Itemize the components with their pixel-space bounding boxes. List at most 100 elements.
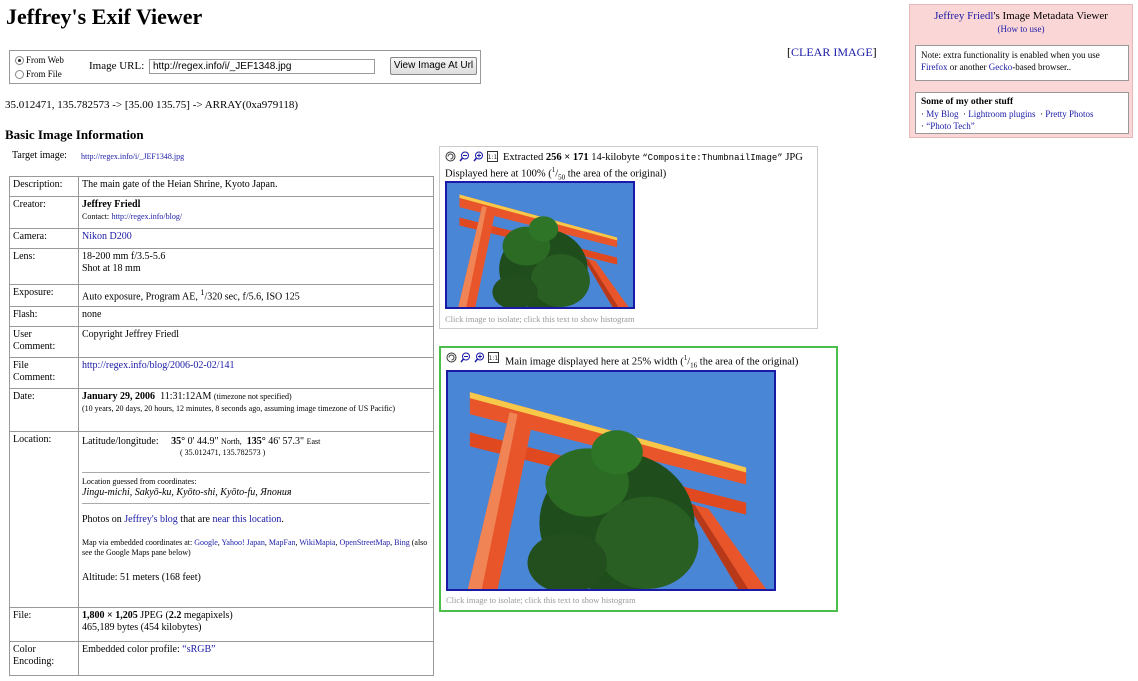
clear-image-link[interactable]: CLEAR IMAGE [791, 45, 873, 59]
row-label: Description: [9, 176, 79, 197]
lightroom-plugins-link[interactable]: Lightroom plugins [968, 109, 1035, 119]
lens-focal: Shot at 18 mm [82, 263, 141, 274]
exposure-text: Auto exposure, Program AE, [82, 291, 198, 303]
zoom-in-icon[interactable] [473, 151, 484, 162]
fraction-numerator: 1 [551, 166, 556, 174]
row-label: Creator: [9, 196, 79, 229]
pretty-photos-link[interactable]: Pretty Photos [1045, 109, 1093, 119]
file-size: 465,189 bytes (454 kilobytes) [82, 622, 202, 633]
radio-button[interactable] [15, 69, 24, 79]
user-comment-value: Copyright Jeffrey Friedl [78, 326, 434, 358]
row-label: File Comment: [9, 357, 79, 389]
map-link-bing[interactable]: Bing [394, 538, 410, 547]
row-label: Flash: [9, 306, 79, 327]
note-text: or another [949, 62, 987, 72]
radio-label-web: From Web [26, 55, 64, 65]
row-label: Color Encoding: [9, 641, 79, 676]
row-label: Exposure: [9, 284, 79, 307]
svg-text:1:1: 1:1 [489, 355, 499, 362]
flash-value: none [78, 306, 434, 327]
rotate-icon[interactable] [446, 352, 457, 363]
how-to-use-link[interactable]: (How to use) [998, 24, 1045, 34]
thumbnail-dimensions: 256 × 171 [545, 152, 589, 163]
map-link-wikimapia[interactable]: WikiMapia [299, 538, 335, 547]
actual-size-icon[interactable]: 1:1 [487, 151, 498, 162]
map-link-mapfan[interactable]: MapFan [269, 538, 296, 547]
decimal-coordinates: ( 35.012471, 135.782573 ) [180, 448, 266, 457]
color-profile-label: Embedded color profile: [82, 644, 180, 655]
blog-link[interactable]: Jeffrey's blog [124, 514, 178, 525]
contact-link[interactable]: http://regex.info/blog/ [112, 212, 182, 221]
coordinates-debug-line: 35.012471, 135.782573 -> [35.00 135.75] … [5, 99, 298, 111]
srgb-link[interactable]: “sRGB” [182, 644, 215, 655]
label-line: Comment: [13, 341, 56, 352]
zoom-in-icon[interactable] [474, 352, 485, 363]
time-text: 11:31:12AM [160, 391, 212, 402]
table-row: Description: The main gate of the Heian … [9, 176, 434, 197]
contact-label: Contact: [82, 212, 110, 221]
photo-tech-link[interactable]: “Photo Tech” [926, 121, 974, 131]
table-row: File: 1,800 × 1,205 JPEG (2.2 megapixels… [9, 607, 434, 642]
fraction-numerator: 1 [683, 354, 688, 362]
label-line: Encoding: [13, 656, 55, 667]
thumbnail-caption-line2: Displayed here at 100% (1/50 the area of… [445, 166, 667, 182]
torii-photo [448, 372, 774, 589]
map-link-yahoo-japan[interactable]: Yahoo! Japan [221, 538, 264, 547]
target-image-link[interactable]: http://regex.info/i/_JEF1348.jpg [81, 152, 184, 161]
camera-link[interactable]: Nikon D200 [82, 231, 132, 242]
label-line: Color [13, 644, 36, 655]
table-row: Location: Latitude/longitude: 35° 0' 44.… [9, 431, 434, 608]
author-link[interactable]: Jeffrey Friedl [934, 10, 993, 22]
zoom-out-icon[interactable] [460, 352, 471, 363]
near-location-link[interactable]: near this location [213, 514, 282, 525]
actual-size-icon[interactable]: 1:1 [488, 352, 499, 363]
gecko-link[interactable]: Gecko [989, 62, 1013, 72]
url-input[interactable]: http://regex.info/i/_JEF1348.jpg [149, 59, 375, 74]
label-line: User [13, 329, 32, 340]
sidebar-heading-text: 's Image Metadata Viewer [993, 10, 1108, 22]
sidebar-heading: Jeffrey Friedl's Image Metadata Viewer [910, 10, 1132, 22]
map-link-openstreetmap[interactable]: OpenStreetMap [340, 538, 391, 547]
table-row: Flash: none [9, 306, 434, 327]
table-row: File Comment: http://regex.info/blog/2006… [9, 357, 434, 389]
lens-value: 18-200 mm f/3.5-5.6 Shot at 18 mm [78, 248, 434, 285]
note-text: Note: extra functionality is enabled whe… [921, 50, 1100, 60]
location-place: Jingu-michi, Sakyō-ku, Kyōto-shi, Kyōto-… [82, 487, 292, 498]
radio-from-file[interactable]: From File [15, 69, 62, 79]
zoom-out-icon[interactable] [459, 151, 470, 162]
clear-image-link-wrap: [CLEAR IMAGE] [787, 45, 877, 60]
radio-from-web[interactable]: From Web [15, 55, 64, 65]
megapixels-label: megapixels) [183, 610, 233, 621]
timezone-note: (timezone not specified) [213, 392, 292, 401]
latlong-label: Latitude/longitude: [82, 436, 159, 447]
firefox-link[interactable]: Firefox [921, 62, 948, 72]
file-comment-link[interactable]: http://regex.info/blog/2006-02-02/141 [82, 360, 234, 371]
megapixels: 2.2 [168, 610, 182, 621]
description-value: The main gate of the Heian Shrine, Kyoto… [78, 176, 434, 197]
rotate-icon[interactable] [445, 151, 456, 162]
caption-text: Displayed here at 100% ( [445, 168, 552, 180]
torii-photo [447, 183, 633, 307]
radio-button-selected[interactable] [15, 55, 24, 65]
latitude-degrees: 35° [171, 436, 186, 447]
exposure-value: Auto exposure, Program AE, 1/320 sec, f/… [78, 284, 434, 307]
map-links: Map via embedded coordinates at: Google,… [82, 538, 428, 557]
lens-spec: 18-200 mm f/3.5-5.6 [82, 251, 166, 262]
main-image[interactable] [446, 370, 776, 591]
date-text: January 29, 2006 [82, 391, 156, 402]
row-label: Camera: [9, 228, 79, 249]
color-encoding-value: Embedded color profile: “sRGB” [78, 641, 434, 676]
main-toolbar: 1:1 [446, 352, 499, 363]
main-histogram-link[interactable]: Click image to isolate; click this text … [446, 595, 636, 605]
thumbnail-image[interactable] [445, 181, 635, 309]
camera-value: Nikon D200 [78, 228, 434, 249]
thumbnail-histogram-link[interactable]: Click image to isolate; click this text … [445, 314, 635, 324]
my-blog-link[interactable]: My Blog [926, 109, 958, 119]
thumbnail-toolbar: 1:1 [445, 151, 498, 162]
table-row: Lens: 18-200 mm f/3.5-5.6 Shot at 18 mm [9, 248, 434, 285]
map-link-google[interactable]: Google [194, 538, 218, 547]
url-label: Image URL: [89, 60, 145, 72]
caption-text: the area of the original) [567, 168, 667, 180]
altitude: Altitude: 51 meters (168 feet) [82, 572, 201, 583]
view-image-button[interactable]: View Image At Url [390, 57, 477, 75]
